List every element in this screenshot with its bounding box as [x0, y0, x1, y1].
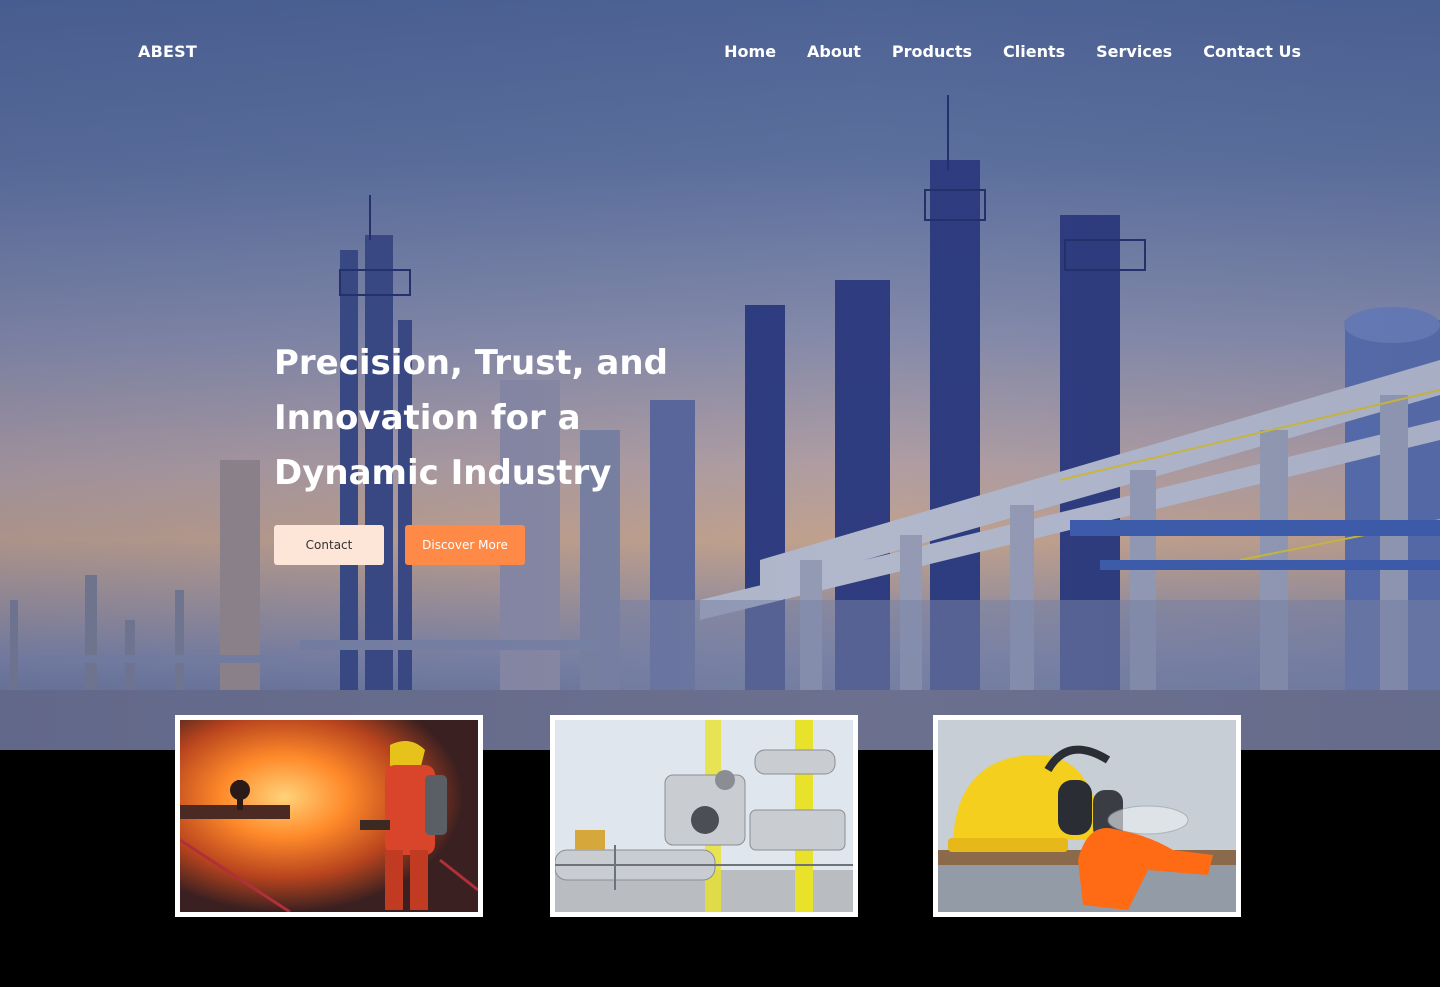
discover-more-button[interactable]: Discover More [405, 525, 525, 565]
hero-overlay [0, 0, 1440, 750]
nav-item-contact-us[interactable]: Contact Us [1203, 42, 1301, 61]
nav-item-services[interactable]: Services [1096, 42, 1172, 61]
nav-item-home[interactable]: Home [724, 42, 776, 61]
feature-card-safety-gear[interactable] [933, 715, 1241, 917]
hero-section: ABEST Home About Products Clients Servic… [0, 0, 1440, 750]
nav-item-clients[interactable]: Clients [1003, 42, 1065, 61]
feature-card-firefighter[interactable] [175, 715, 483, 917]
pipeline-valves-image [555, 720, 853, 912]
hero-headline: Precision, Trust, and Innovation for a D… [274, 343, 668, 493]
main-nav: Home About Products Clients Services Con… [724, 42, 1301, 61]
safety-gear-image [938, 720, 1236, 912]
feature-card-pipeline[interactable] [550, 715, 858, 917]
nav-item-about[interactable]: About [807, 42, 861, 61]
contact-button[interactable]: Contact [274, 525, 384, 565]
brand-logo[interactable]: ABEST [138, 42, 197, 61]
nav-item-products[interactable]: Products [892, 42, 972, 61]
firefighter-image [180, 720, 478, 912]
